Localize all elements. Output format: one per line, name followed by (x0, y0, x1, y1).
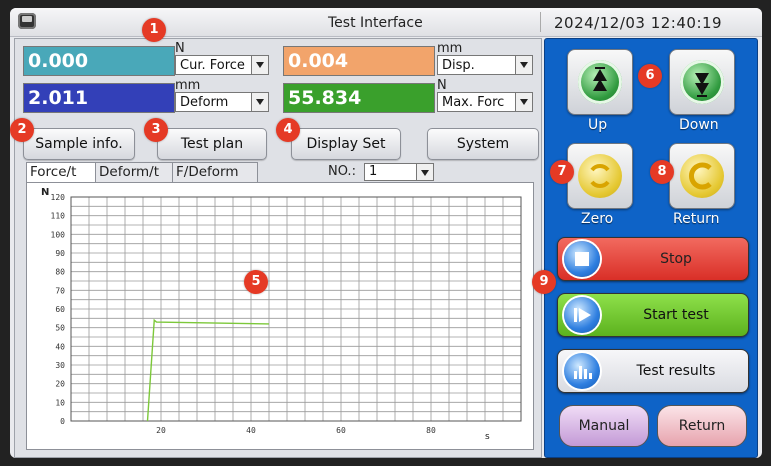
y-tick-label: 60 (55, 305, 65, 314)
y-tick-label: 30 (55, 361, 65, 370)
return-top-label: Return (673, 211, 720, 227)
test-results-button[interactable]: Test results (557, 349, 749, 393)
deform-value: 2.011 (23, 83, 175, 113)
y-tick-label: 70 (55, 286, 65, 295)
y-tick-label: 100 (51, 230, 66, 239)
title-bar: Test Interface 2024/12/03 12:40:19 (10, 8, 762, 37)
y-tick-label: 110 (51, 212, 66, 221)
displacement-unit: mm (437, 41, 463, 56)
start-test-label: Start test (643, 307, 709, 323)
readout-2-select[interactable]: Deform (175, 92, 269, 112)
date-time: 2024/12/03 12:40:19 (554, 14, 723, 32)
x-tick-label: 20 (156, 426, 166, 435)
up-arrow-icon (578, 60, 622, 104)
zero-button[interactable] (567, 143, 633, 209)
annotation-badge: 7 (550, 160, 574, 184)
annotation-badge: 6 (638, 64, 662, 88)
max-force-unit: N (437, 78, 447, 93)
readout-1-select-value: Cur. Force (180, 58, 245, 73)
title-separator (540, 12, 541, 32)
readout-4-select-value: Max. Forc (442, 95, 505, 110)
return-bottom-button[interactable]: Return (657, 405, 747, 447)
window-title: Test Interface (328, 15, 423, 31)
y-tick-label: 20 (55, 380, 65, 389)
sample-number-label: NO.: (328, 164, 356, 179)
x-tick-label: 60 (336, 426, 346, 435)
annotation-badge: 4 (276, 118, 300, 142)
readout-2-select-value: Deform (180, 95, 229, 110)
displacement-value: 0.004 (283, 46, 435, 76)
dropdown-arrow-icon[interactable] (251, 56, 268, 74)
down-label: Down (679, 117, 719, 133)
system-button[interactable]: System (427, 128, 539, 160)
annotation-badge: 5 (244, 270, 268, 294)
tab-force-time[interactable]: Force/t (26, 162, 96, 183)
y-tick-label: 50 (55, 324, 65, 333)
test-interface-screen: Test Interface 2024/12/03 12:40:19 N 0.0… (10, 8, 762, 458)
up-label: Up (588, 117, 608, 133)
display-set-button[interactable]: Display Set (291, 128, 401, 160)
readout-4-select[interactable]: Max. Forc (437, 92, 533, 112)
manual-button[interactable]: Manual (559, 405, 649, 447)
x-tick-label: 40 (246, 426, 256, 435)
control-panel: Up Down Zero Return Stop Start test Test… (544, 38, 758, 458)
readout-3-select-value: Disp. (442, 58, 475, 73)
stop-button[interactable]: Stop (557, 237, 749, 281)
up-button[interactable] (567, 49, 633, 115)
stop-label: Stop (660, 251, 692, 267)
force-time-chart: 120 110 100 90 80 70 60 50 40 30 20 10 0 20 40 60 80 Ns (26, 182, 534, 450)
y-tick-label: 40 (55, 342, 65, 351)
chart-svg: 120110100908070605040302010020 40 60 80Ns (41, 187, 522, 442)
y-axis-label: N (41, 187, 49, 198)
y-tick-label: 120 (51, 193, 66, 202)
dropdown-arrow-icon[interactable] (416, 164, 433, 180)
tab-force-deform[interactable]: F/Deform (172, 162, 258, 182)
annotation-badge: 3 (144, 118, 168, 142)
annotation-badge: 2 (10, 118, 34, 142)
play-icon (564, 297, 600, 333)
annotation-badge: 8 (650, 160, 674, 184)
down-arrow-icon (680, 60, 724, 104)
y-tick-label: 10 (55, 398, 65, 407)
dropdown-arrow-icon[interactable] (251, 93, 268, 111)
readout-3-select[interactable]: Disp. (437, 55, 533, 75)
sample-number-select[interactable]: 1 (364, 163, 434, 181)
return-top-button[interactable] (669, 143, 735, 209)
test-results-label: Test results (636, 363, 716, 379)
zero-reset-icon (578, 154, 622, 198)
stop-icon (564, 241, 600, 277)
y-tick-label: 90 (55, 249, 65, 258)
zero-label: Zero (581, 211, 614, 227)
tab-deform-time[interactable]: Deform/t (95, 162, 173, 182)
y-tick-label: 0 (60, 417, 65, 426)
annotation-badge: 9 (532, 270, 556, 294)
test-plan-button[interactable]: Test plan (157, 128, 267, 160)
x-axis-label: s (485, 432, 490, 442)
readout-1-select[interactable]: Cur. Force (175, 55, 269, 75)
y-tick-label: 80 (55, 268, 65, 277)
current-force-unit: N (175, 41, 185, 56)
sample-info-button[interactable]: Sample info. (23, 128, 135, 160)
start-test-button[interactable]: Start test (557, 293, 749, 337)
sample-number-value: 1 (369, 164, 378, 179)
down-button[interactable] (669, 49, 735, 115)
app-menu-icon[interactable] (18, 13, 36, 29)
dropdown-arrow-icon[interactable] (515, 93, 532, 111)
results-chart-icon (564, 353, 600, 389)
return-icon (680, 154, 724, 198)
deform-unit: mm (175, 78, 201, 93)
dropdown-arrow-icon[interactable] (515, 56, 532, 74)
current-force-value: 0.000 (23, 46, 175, 76)
annotation-badge: 1 (142, 18, 166, 42)
max-force-value: 55.834 (283, 83, 435, 113)
x-tick-label: 80 (426, 426, 436, 435)
